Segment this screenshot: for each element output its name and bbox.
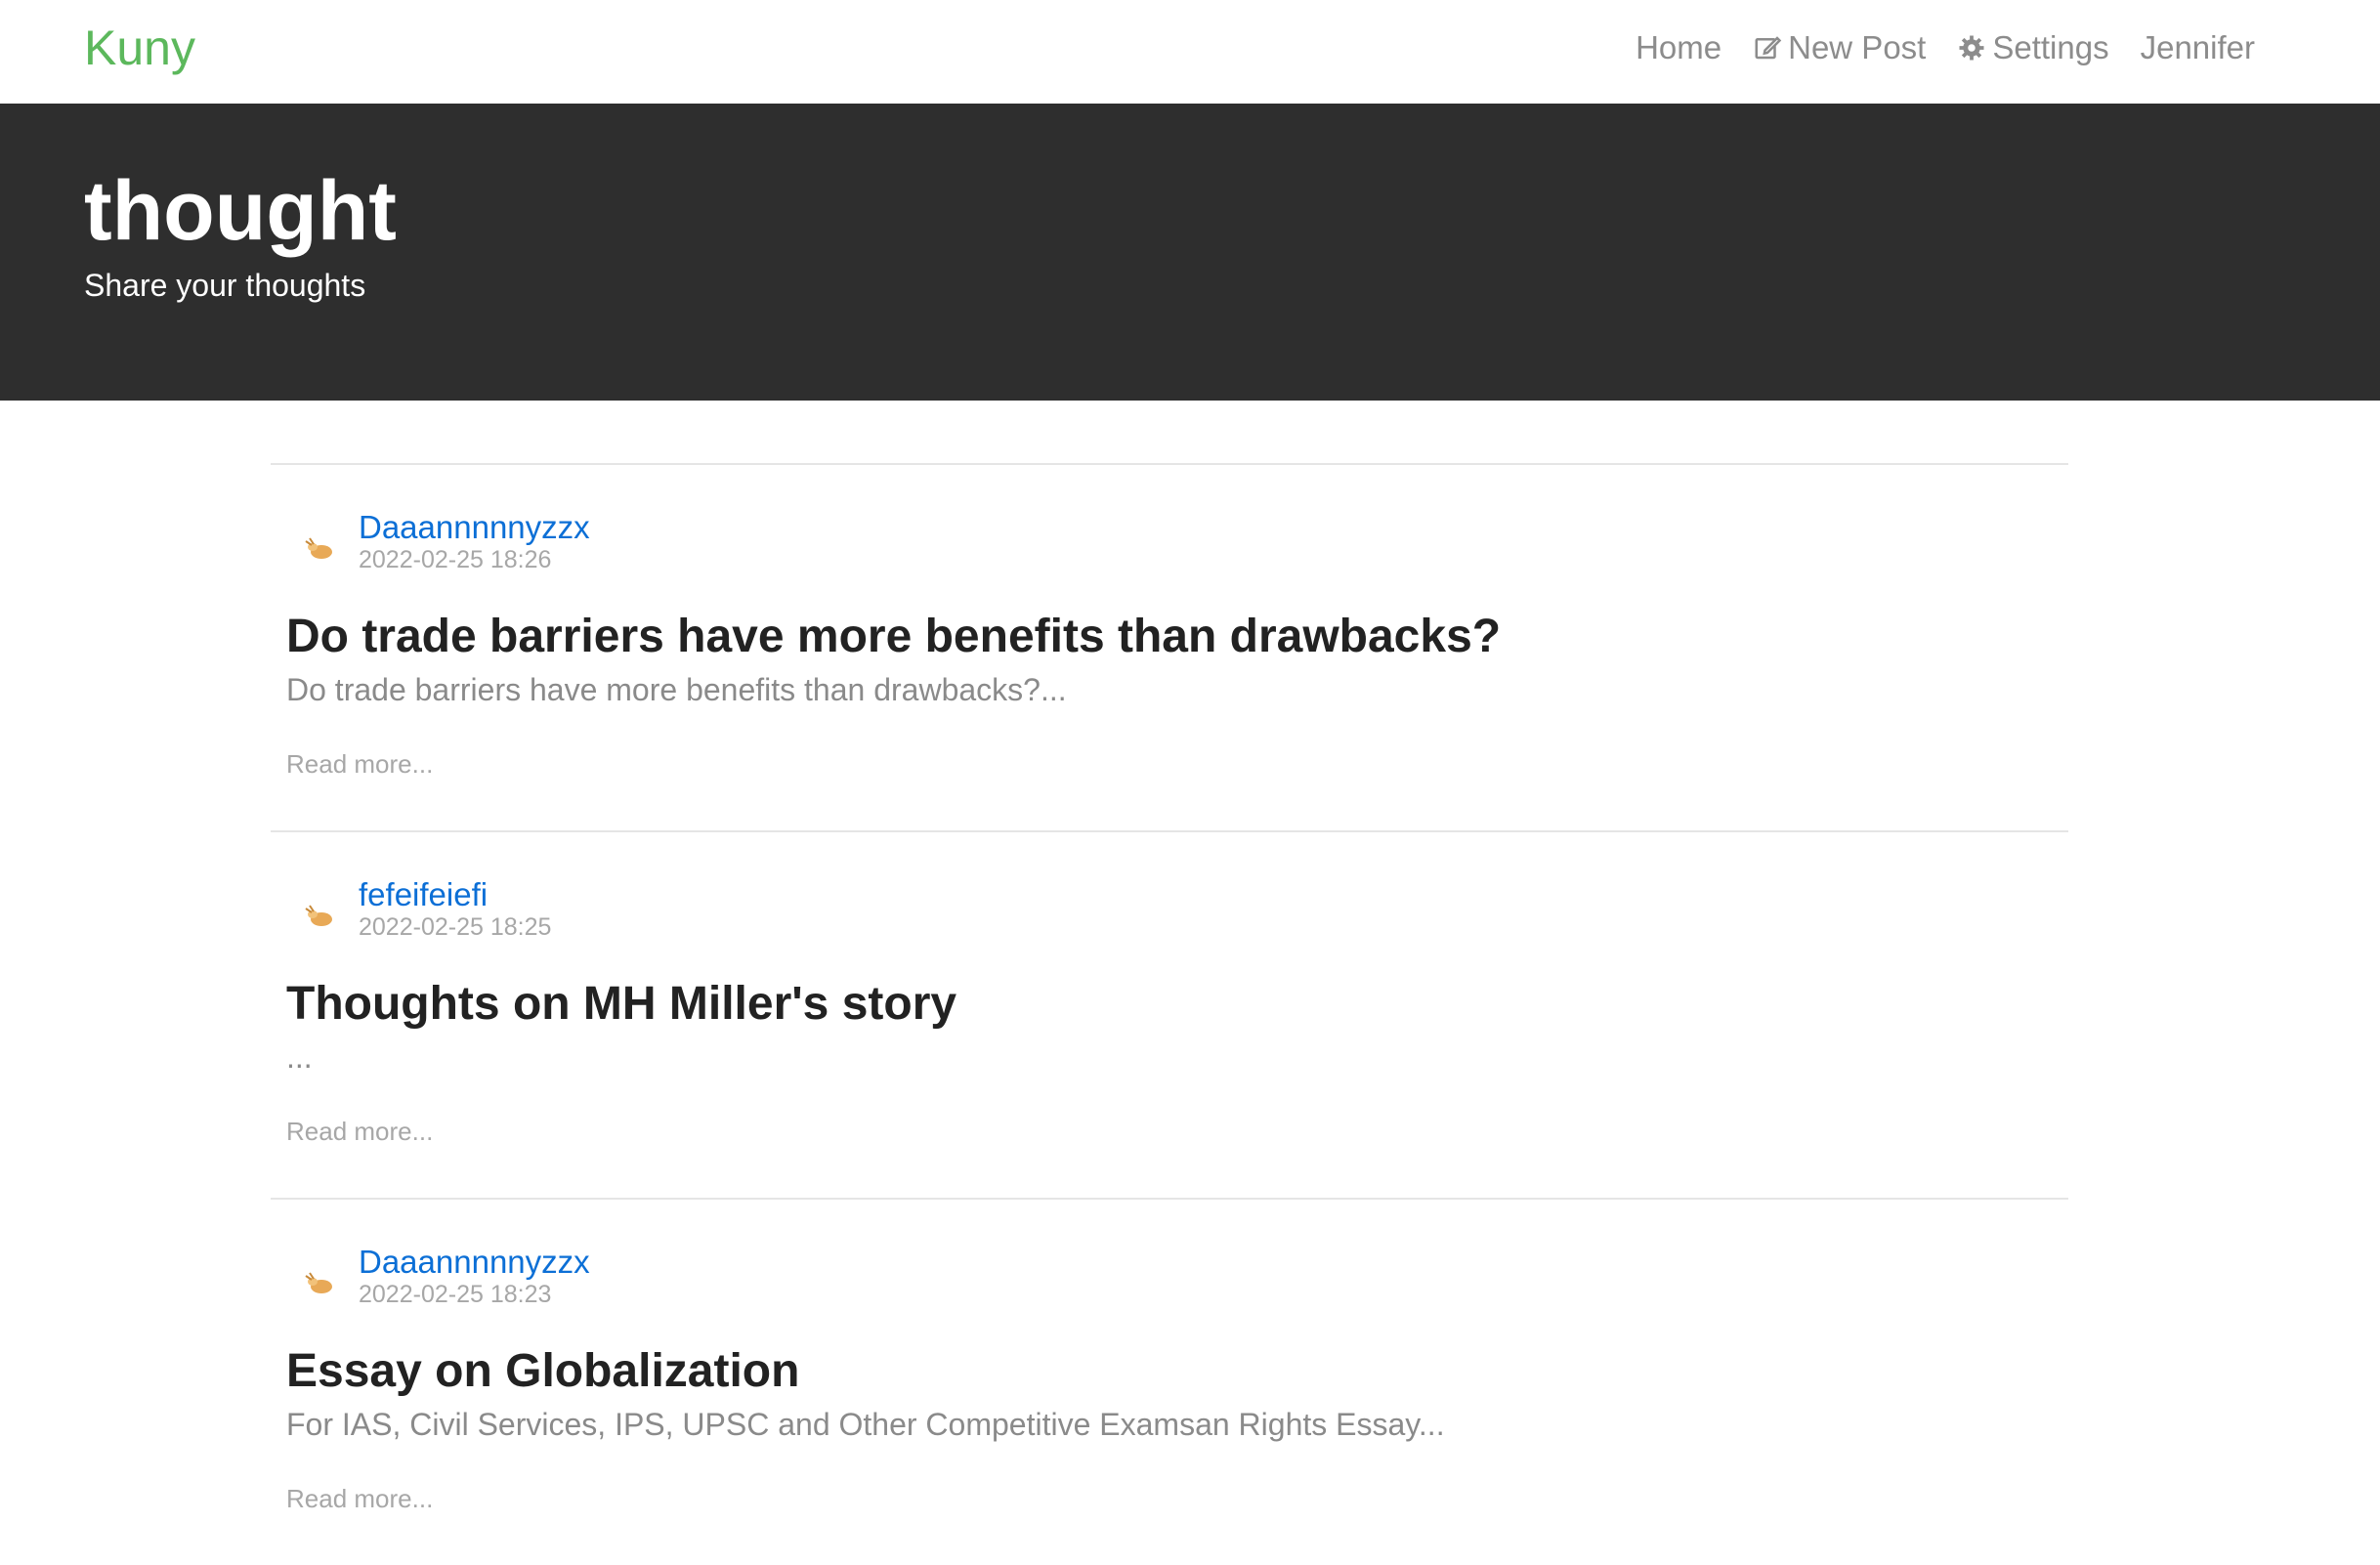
- article-title[interactable]: Thoughts on MH Miller's story: [286, 975, 956, 1034]
- avatar-icon[interactable]: [300, 1264, 339, 1303]
- article-excerpt: ...: [286, 1039, 313, 1075]
- post-date: 2022-02-25 18:26: [359, 546, 552, 573]
- nav-new-post[interactable]: New Post: [1753, 29, 1926, 66]
- article-preview: fefeifeiefi 2022-02-25 18:25 Thoughts on…: [271, 830, 2068, 1198]
- nav-home[interactable]: Home: [1636, 29, 1721, 66]
- article-feed: Daaannnnnyzzx 2022-02-25 18:26 Do trade …: [271, 463, 2068, 1565]
- nav-new-post-label: New Post: [1788, 29, 1927, 65]
- post-date: 2022-02-25 18:25: [359, 913, 552, 941]
- avatar-icon[interactable]: [300, 897, 339, 936]
- article-title[interactable]: Do trade barriers have more benefits tha…: [286, 608, 1501, 666]
- nav-settings[interactable]: Settings: [1957, 29, 2109, 66]
- read-more-link[interactable]: Read more...: [286, 1483, 433, 1514]
- article-excerpt: For IAS, Civil Services, IPS, UPSC and O…: [286, 1407, 1445, 1442]
- article-title[interactable]: Essay on Globalization: [286, 1342, 799, 1401]
- author-link[interactable]: Daaannnnnyzzx: [359, 508, 590, 547]
- read-more-link[interactable]: Read more...: [286, 748, 433, 780]
- banner-title: thought: [84, 164, 397, 258]
- post-date: 2022-02-25 18:23: [359, 1281, 552, 1308]
- author-link[interactable]: fefeifeiefi: [359, 875, 488, 914]
- brand-logo[interactable]: Kuny: [84, 14, 195, 82]
- nav-settings-label: Settings: [1992, 29, 2109, 65]
- top-navbar: Kuny Home New Post Settings Jennifer: [0, 0, 2380, 104]
- article-preview: Daaannnnnyzzx 2022-02-25 18:23 Essay on …: [271, 1198, 2068, 1565]
- avatar-icon[interactable]: [300, 529, 339, 569]
- banner-subtitle: Share your thoughts: [84, 268, 366, 303]
- nav-profile-label: Jennifer: [2140, 29, 2255, 65]
- gear-icon: [1957, 33, 1986, 63]
- hero-banner: thought Share your thoughts: [0, 104, 2380, 401]
- nav-home-label: Home: [1636, 29, 1722, 65]
- read-more-link[interactable]: Read more...: [286, 1116, 433, 1147]
- nav-links: Home New Post Settings Jennifer: [1604, 23, 2255, 72]
- article-excerpt: Do trade barriers have more benefits tha…: [286, 672, 1067, 707]
- edit-icon: [1753, 33, 1782, 63]
- article-preview: Daaannnnnyzzx 2022-02-25 18:26 Do trade …: [271, 463, 2068, 830]
- nav-profile[interactable]: Jennifer: [2141, 29, 2255, 66]
- author-link[interactable]: Daaannnnnyzzx: [359, 1243, 590, 1282]
